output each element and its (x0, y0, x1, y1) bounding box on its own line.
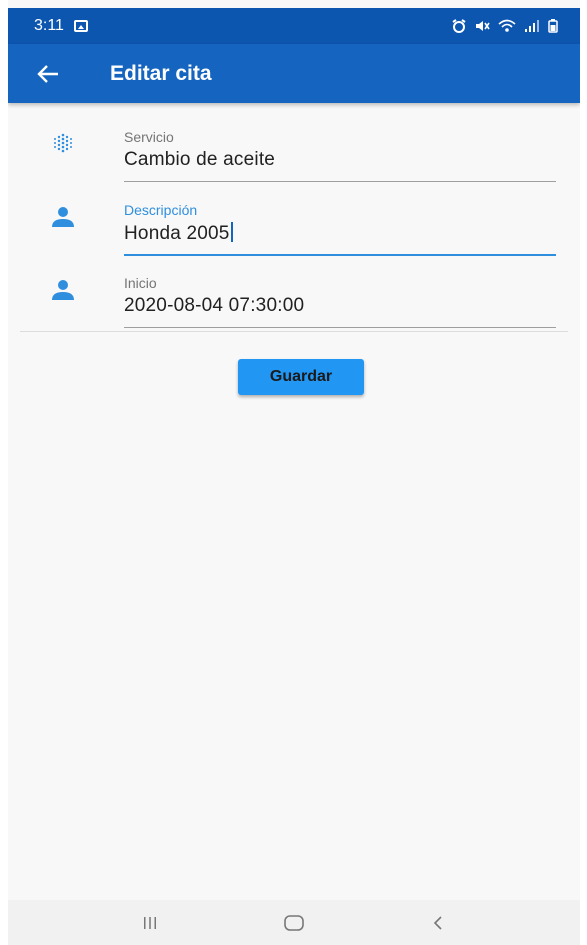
back-icon[interactable] (418, 903, 458, 943)
field-value: 2020-08-04 07:30:00 (124, 295, 305, 316)
app-bar: Editar cita (8, 44, 580, 103)
divider (20, 331, 568, 332)
signal-icon (525, 20, 539, 32)
home-icon[interactable] (274, 903, 314, 943)
mute-icon (476, 21, 490, 31)
descripcion-field[interactable]: Descripción Honda 2005 (124, 202, 556, 256)
text-caret (230, 222, 233, 242)
field-label: Descripción (124, 202, 198, 218)
field-row-inicio: Inicio 2020-08-04 07:30:00 (8, 249, 580, 328)
recents-icon[interactable] (130, 903, 170, 943)
status-bar: 3:11 (8, 8, 580, 44)
battery-icon (548, 19, 558, 33)
person-icon (48, 278, 78, 302)
status-right (452, 19, 558, 33)
field-row-servicio: Servicio Cambio de aceite (8, 103, 580, 182)
appointment-form: Servicio Cambio de aceite Descripción Ho… (8, 103, 580, 328)
field-label: Servicio (124, 129, 174, 145)
wifi-icon (498, 19, 516, 32)
field-row-descripcion: Descripción Honda 2005 (8, 176, 580, 256)
page-title: Editar cita (110, 61, 212, 85)
field-value: Honda 2005 (124, 223, 230, 244)
status-time: 3:11 (34, 17, 64, 34)
field-label: Inicio (124, 275, 157, 291)
system-nav-bar (8, 900, 580, 945)
person-icon (48, 205, 78, 229)
alarm-icon (452, 19, 466, 33)
status-left: 3:11 (34, 17, 88, 35)
servicio-field[interactable]: Servicio Cambio de aceite (124, 129, 556, 182)
arrow-left-icon[interactable] (20, 46, 76, 102)
phone-screen: 3:11 Editar cita Servicio Cambio de acei… (8, 0, 580, 945)
inicio-field[interactable]: Inicio 2020-08-04 07:30:00 (124, 275, 556, 328)
gallery-icon (73, 20, 88, 32)
dots-grid-icon (48, 131, 78, 155)
save-button[interactable]: Guardar (238, 359, 364, 395)
